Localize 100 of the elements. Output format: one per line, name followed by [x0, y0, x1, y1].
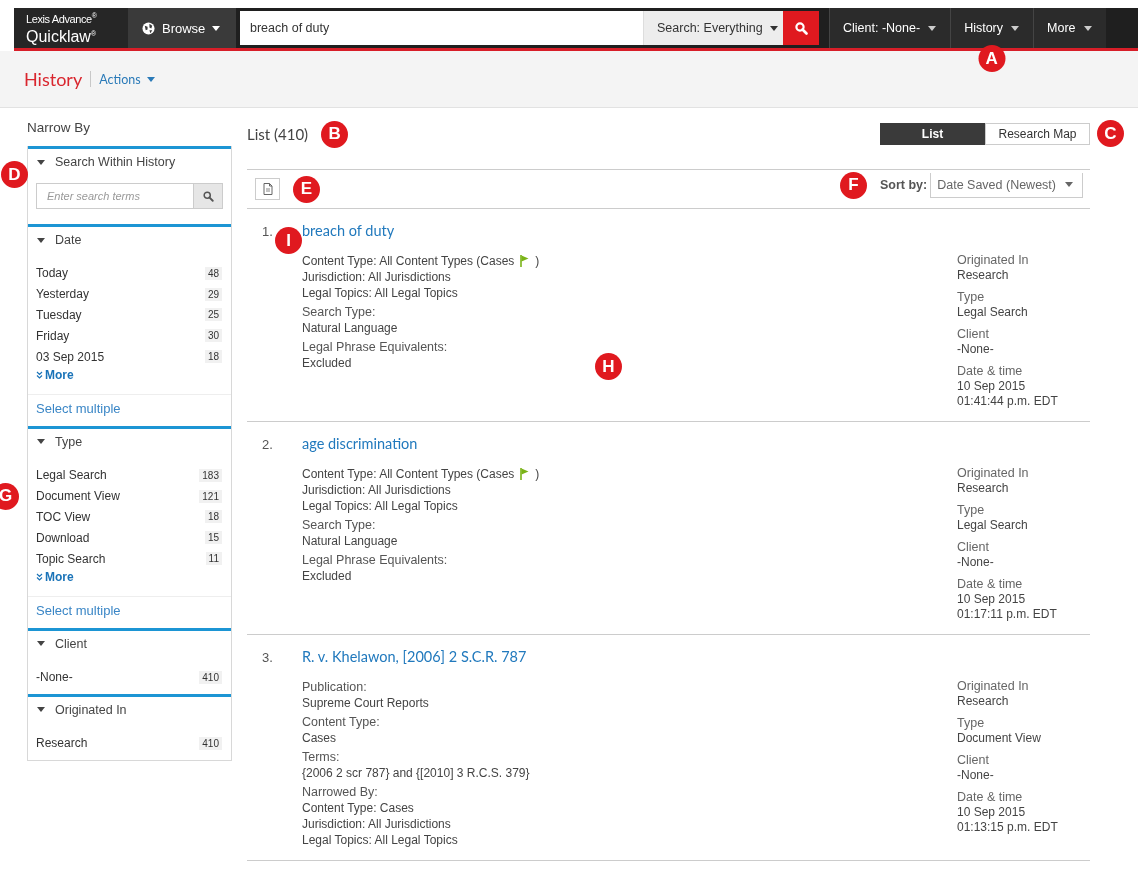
- nav-menu[interactable]: History: [950, 8, 1034, 48]
- section-header[interactable]: Date: [28, 227, 231, 255]
- detail-text: Excluded: [302, 568, 352, 584]
- caret-icon: [1065, 182, 1073, 187]
- more-link[interactable]: More: [28, 568, 82, 590]
- caret-icon: [37, 237, 45, 243]
- result-number: 1.: [261, 224, 274, 239]
- detail-text: Supreme Court Reports: [302, 695, 429, 711]
- view-tab[interactable]: List: [880, 123, 985, 145]
- search-icon: [202, 190, 214, 202]
- section-header[interactable]: Search Within History: [28, 149, 231, 177]
- search-icon: [794, 21, 808, 35]
- meta-value: Research: [957, 694, 1010, 709]
- more-link[interactable]: More: [28, 367, 82, 388]
- detail-text: {2006 2 scr 787} and {[2010] 3 R.C.S. 379}: [302, 765, 530, 781]
- search-scope-dropdown[interactable]: Search: Everything: [643, 11, 783, 45]
- meta-value: 10 Sep 2015: [957, 379, 1027, 394]
- count-badge: 11: [205, 552, 222, 566]
- sort-dropdown[interactable]: Date Saved (Newest): [930, 172, 1083, 198]
- nav-menu[interactable]: More: [1033, 8, 1106, 48]
- count-badge: 410: [199, 670, 222, 684]
- export-button[interactable]: [255, 178, 280, 200]
- filter-item[interactable]: Topic Search 11: [28, 548, 231, 569]
- search-button[interactable]: [194, 183, 223, 209]
- meta-value: -None-: [957, 342, 995, 357]
- count-badge: 48: [204, 266, 222, 280]
- detail-text: Content Type: All Content Types (Cases: [302, 253, 515, 269]
- filter-item[interactable]: Today 48: [28, 263, 231, 284]
- caret-icon: [37, 159, 45, 165]
- meta-value: Legal Search: [957, 305, 1029, 320]
- select-multiple-link[interactable]: Select multiple: [28, 394, 231, 426]
- filter-item[interactable]: Tuesday 25: [28, 304, 231, 326]
- detail-label: Search Type:: [302, 304, 377, 320]
- callout-marker: H: [595, 353, 622, 380]
- meta-label: Type: [957, 290, 986, 305]
- meta-value: 01:13:15 p.m. EDT: [957, 820, 1059, 835]
- document-icon: [262, 183, 273, 195]
- double-chevron-icon: [36, 371, 43, 379]
- caret-icon: [1083, 25, 1092, 31]
- filter-item[interactable]: 03 Sep 2015 18: [28, 346, 231, 367]
- filter-item[interactable]: TOC View 18: [28, 506, 231, 528]
- search-field[interactable]: breach of duty: [240, 11, 643, 45]
- detail-label: Content Type:: [302, 714, 381, 730]
- caret-icon: [1011, 25, 1020, 31]
- caret-icon: [37, 707, 45, 713]
- detail-text: Natural Language: [302, 320, 398, 336]
- detail-text: ): [535, 466, 540, 482]
- search-button[interactable]: [783, 11, 819, 45]
- meta-value: -None-: [957, 768, 995, 783]
- meta-label: Client: [957, 327, 990, 342]
- detail-text: Jurisdiction: All Jurisdictions: [302, 482, 451, 498]
- meta-value: 01:17:11 p.m. EDT: [957, 607, 1058, 622]
- detail-text: Legal Topics: All Legal Topics: [302, 832, 458, 848]
- meta-label: Date & time: [957, 364, 1024, 379]
- filter-item[interactable]: Yesterday 29: [28, 283, 231, 305]
- detail-label: Legal Phrase Equivalents:: [302, 552, 449, 568]
- detail-text: Excluded: [302, 355, 352, 371]
- nav-menu[interactable]: Client: -None-: [829, 8, 951, 48]
- detail-label: Narrowed By:: [302, 784, 379, 800]
- page-title: History: [24, 68, 83, 90]
- filter-item[interactable]: Legal Search 183: [28, 465, 231, 486]
- sort-label: Sort by:: [879, 178, 928, 192]
- detail-text: ): [535, 253, 540, 269]
- select-multiple-link[interactable]: Select multiple: [28, 595, 231, 628]
- count-badge: 29: [204, 287, 222, 301]
- list-heading: List (410): [247, 125, 309, 143]
- filter-item[interactable]: -None- 410: [28, 666, 231, 688]
- caret-icon: [928, 25, 937, 31]
- detail-text: Jurisdiction: All Jurisdictions: [302, 269, 451, 285]
- actions-menu[interactable]: Actions: [99, 71, 155, 87]
- result-link[interactable]: R. v. Khelawon, [2006] 2 S.C.R. 787: [302, 648, 527, 665]
- logo-subtitle: Lexis Advance$^{®}$: [26, 11, 98, 25]
- section-header[interactable]: Client: [28, 630, 231, 659]
- callout-marker: B: [321, 120, 349, 148]
- meta-value: -None-: [957, 555, 995, 570]
- result-link[interactable]: breach of duty: [302, 222, 395, 239]
- section-header[interactable]: Type: [28, 429, 231, 457]
- detail-label: Terms:: [302, 749, 341, 765]
- filter-item[interactable]: Download 15: [28, 527, 231, 549]
- search-field[interactable]: Enter search terms: [36, 183, 194, 209]
- detail-text: Content Type: Cases: [302, 800, 414, 816]
- callout-marker: F: [839, 171, 867, 199]
- result-link[interactable]: age discrimination: [302, 435, 418, 452]
- browse-menu[interactable]: Browse: [128, 8, 236, 48]
- caret-icon: [212, 25, 221, 31]
- view-tab[interactable]: Research Map: [985, 123, 1090, 145]
- meta-value: Research: [957, 481, 1010, 496]
- meta-label: Type: [957, 716, 986, 731]
- filter-item[interactable]: Friday 30: [28, 325, 231, 347]
- filter-item[interactable]: Research 410: [28, 732, 231, 754]
- detail-text: Legal Topics: All Legal Topics: [302, 285, 458, 301]
- callout-marker: E: [293, 175, 320, 203]
- panel-heading: Narrow By: [27, 120, 91, 135]
- filter-item[interactable]: Document View 121: [28, 485, 231, 507]
- caret-icon: [146, 76, 155, 82]
- count-badge: 15: [204, 531, 222, 545]
- count-badge: 18: [204, 510, 222, 524]
- detail-label: Legal Phrase Equivalents:: [302, 339, 449, 355]
- section-header[interactable]: Originated In: [28, 696, 231, 725]
- callout-marker: G: [0, 482, 19, 510]
